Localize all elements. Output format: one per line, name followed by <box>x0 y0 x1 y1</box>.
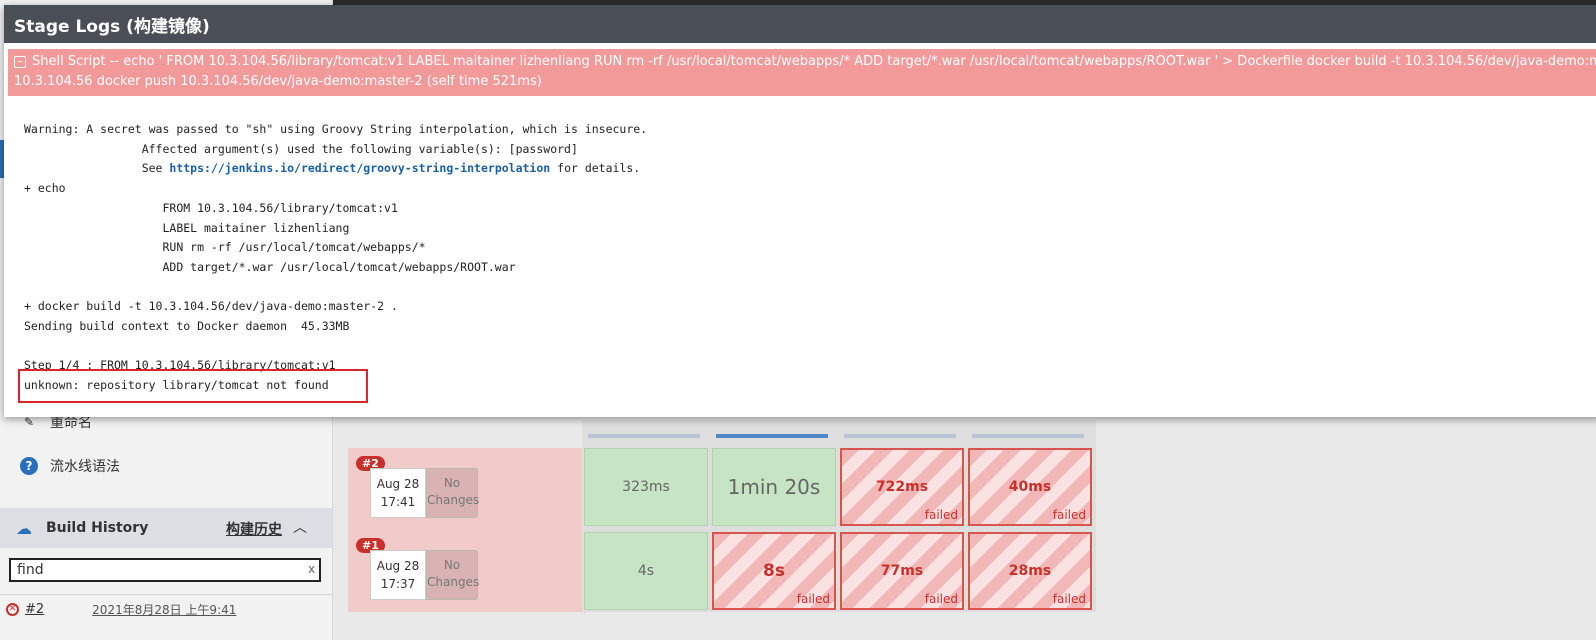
failed-step-line-2: 10.3.104.56 docker push 10.3.104.56/dev/… <box>14 72 1594 92</box>
stage-cell-failed[interactable]: 28ms failed <box>968 532 1092 610</box>
run-row-2: #2 Aug 28 17:41 No Changes <box>348 448 582 530</box>
groovy-interpolation-link[interactable]: https://jenkins.io/redirect/groovy-strin… <box>169 161 550 175</box>
help-icon: ? <box>20 457 38 475</box>
run-date: Aug 28 17:41 <box>370 468 426 518</box>
stage-duration: 722ms <box>875 479 929 495</box>
build-history-title: Build History <box>46 520 149 536</box>
stage-view: #2 Aug 28 17:41 No Changes #1 Aug 28 17:… <box>348 420 1096 612</box>
failed-label: failed <box>924 592 958 606</box>
changes-text: Changes <box>427 493 480 507</box>
stage-logs-modal: Stage Logs (构建镜像) − Shell Script -- echo … <box>4 5 1596 417</box>
run-date-time: 17:41 <box>380 495 416 509</box>
sidebar-item-pipeline-syntax[interactable]: ? 流水线语法 <box>20 456 120 476</box>
stage-cell[interactable]: 1min 20s <box>712 448 836 526</box>
stage-duration: 323ms <box>622 479 670 495</box>
error-highlight-box <box>18 369 368 403</box>
stage-progress-bar <box>844 426 956 438</box>
failed-step-bar[interactable]: − Shell Script -- echo ' FROM 10.3.104.56… <box>8 49 1596 96</box>
failed-label: failed <box>1052 592 1086 606</box>
console-line: ADD target/*.war /usr/local/tomcat/webap… <box>24 259 516 274</box>
self-time: (self time 521ms) <box>426 74 542 89</box>
console-line: + docker build -t 10.3.104.56/dev/java-d… <box>24 299 398 314</box>
stage-cell-failed[interactable]: 722ms failed <box>840 448 964 526</box>
stage-duration: 8s <box>763 561 785 581</box>
build-number-link[interactable]: #2 <box>25 602 44 617</box>
console-line: + echo <box>24 181 66 196</box>
changes-text: No <box>443 558 461 572</box>
failed-label: failed <box>1052 508 1086 522</box>
console-output: Warning: A secret was passed to "sh" usi… <box>24 120 1584 410</box>
chevron-up-icon[interactable]: ︿ <box>293 517 307 537</box>
failed-step-text: 10.3.104.56 docker push 10.3.104.56/dev/… <box>14 74 423 89</box>
run-date: Aug 28 17:37 <box>370 550 426 600</box>
build-history-header: ☁ Build History 构建历史 ︿ <box>0 508 332 548</box>
collapse-icon[interactable]: − <box>14 56 26 68</box>
stage-cell[interactable]: 323ms <box>584 448 708 526</box>
build-history-row[interactable]: ✕ #2 2021年8月28日 上午9:41 <box>0 594 332 623</box>
stage-duration: 40ms <box>1008 479 1052 495</box>
run-changes[interactable]: No Changes <box>426 550 480 600</box>
sidebar-item-label: 流水线语法 <box>50 459 120 475</box>
cloud-icon: ☁ <box>16 518 32 538</box>
stage-duration: 28ms <box>1008 563 1052 579</box>
failed-label: failed <box>924 508 958 522</box>
run-date-day: Aug 28 <box>376 477 420 491</box>
run-row-1: #1 Aug 28 17:37 No Changes <box>348 530 582 612</box>
run-date-day: Aug 28 <box>376 559 420 573</box>
stage-progress-bar <box>972 426 1084 438</box>
stage-duration: 1min 20s <box>727 475 821 499</box>
console-line: Sending build context to Docker daemon 4… <box>24 319 350 334</box>
console-line: for details. <box>550 161 641 176</box>
run-date-time: 17:37 <box>380 577 416 591</box>
console-line: RUN rm -rf /usr/local/tomcat/webapps/* <box>24 240 426 255</box>
failed-step-text: Shell Script -- echo ' FROM 10.3.104.56/… <box>32 54 1596 69</box>
run-changes[interactable]: No Changes <box>426 468 480 518</box>
console-line: See <box>24 161 170 176</box>
modal-header: Stage Logs (构建镜像) <box>4 5 1596 43</box>
stage-progress-bar <box>716 426 828 438</box>
stage-grid: 323ms 1min 20s 722ms failed 40ms failed … <box>582 420 1096 612</box>
console-line: Warning: A secret was passed to "sh" usi… <box>24 122 648 136</box>
changes-text: Changes <box>427 575 480 589</box>
stage-duration: 77ms <box>880 563 924 579</box>
modal-title: Stage Logs (构建镜像) <box>14 16 210 37</box>
stage-cell-failed[interactable]: 40ms failed <box>968 448 1092 526</box>
console-line: Affected argument(s) used the following … <box>24 141 578 156</box>
stage-progress-bar <box>588 426 700 438</box>
stage-cell[interactable]: 4s <box>584 532 708 610</box>
failed-status-icon: ✕ <box>6 602 19 616</box>
clear-search-icon[interactable]: x <box>308 562 315 576</box>
build-date-link[interactable]: 2021年8月28日 上午9:41 <box>92 601 236 618</box>
console-line: FROM 10.3.104.56/library/tomcat:v1 <box>24 200 398 215</box>
stage-cell-failed[interactable]: 8s failed <box>712 532 836 610</box>
console-line: LABEL maitainer lizhenliang <box>24 220 350 235</box>
failed-step-line-1: − Shell Script -- echo ' FROM 10.3.104.56… <box>14 52 1596 72</box>
stage-cell-failed[interactable]: 77ms failed <box>840 532 964 610</box>
build-search-input[interactable] <box>9 558 321 582</box>
build-history-link[interactable]: 构建历史 <box>226 519 282 539</box>
failed-label: failed <box>796 592 830 606</box>
changes-text: No <box>443 476 461 490</box>
stage-duration: 4s <box>637 563 655 579</box>
